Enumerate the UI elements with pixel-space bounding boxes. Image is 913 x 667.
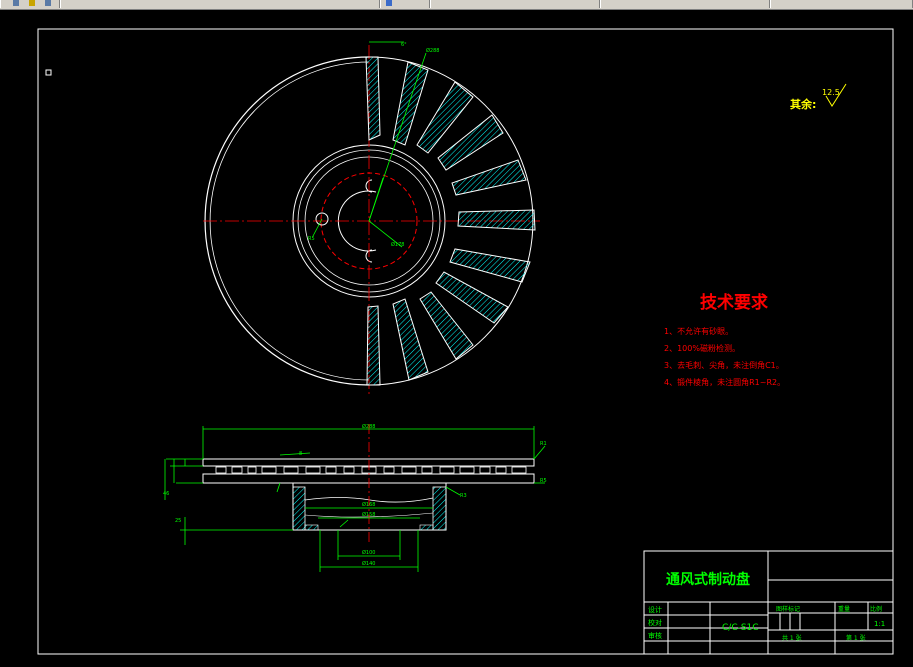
ucs-icon [45, 69, 52, 76]
col-label-scale: 比例 [870, 605, 882, 613]
vane-7 [449, 248, 531, 283]
save-icon[interactable] [45, 0, 51, 6]
app-toolbar [0, 0, 913, 10]
tech-item-1: 1、不允许有砂眼。 [664, 326, 733, 336]
plate-top [202, 458, 535, 467]
layer-icon[interactable] [386, 0, 392, 6]
dim-d4: Ø140 [362, 560, 375, 567]
hub-flange-left [304, 524, 319, 531]
hub-wall-right [432, 486, 447, 531]
plate-bottom [202, 473, 535, 484]
dim-t1: 8 [299, 451, 302, 457]
hub-flange-right [419, 524, 434, 531]
row-label-review: 审核 [648, 631, 662, 640]
dim-t2: 25 [175, 518, 181, 524]
dim-r2: R5 [540, 478, 547, 484]
section-dim-lines [164, 426, 546, 572]
vane-5 [451, 159, 527, 196]
dim-d1: Ø168 [362, 501, 375, 508]
toolbar-section-5[interactable] [600, 0, 770, 8]
dim-angle: 6° [401, 42, 407, 48]
drawing-number: C/C-S1C [722, 623, 759, 633]
dim-width-top: Ø288 [362, 423, 375, 430]
section-view: Ø288 Ø168 Ø158 Ø100 Ø140 R1 R5 R3 8 25 4… [163, 423, 547, 572]
part-name: 通风式制动盘 [666, 571, 750, 588]
col-label-mark: 图样标记 [776, 605, 800, 613]
tech-item-2: 2、100%磁粉检测。 [664, 343, 740, 353]
tech-item-3: 3、去毛刺、尖角，未注倒角C1。 [664, 360, 784, 370]
cad-drawing[interactable]: 6° Ø288 Ø178 R5 其余: 12.5 技术要求 1、不允许有砂眼。 … [0, 10, 913, 663]
dim-d-mid: Ø178 [391, 241, 404, 248]
toolbar-section-3[interactable] [380, 0, 430, 8]
tech-item-4: 4、锻件棱角，未注圆角R1~R2。 [664, 377, 785, 387]
vane-10 [392, 298, 429, 381]
vane-2 [392, 61, 429, 146]
roughness-symbol: 其余: 12.5 [790, 83, 847, 111]
vane-6 [457, 209, 536, 231]
dim-h1: 46 [163, 491, 169, 497]
col-label-weight: 重量 [838, 605, 850, 613]
roughness-value: 12.5 [822, 88, 840, 97]
tool-icon[interactable] [13, 0, 19, 6]
toolbar-section-6[interactable] [770, 0, 913, 8]
toolbar-section-2[interactable] [60, 0, 380, 8]
dim-r3: R3 [460, 493, 467, 499]
tech-title: 技术要求 [700, 292, 768, 313]
hub-wall-left [292, 486, 306, 531]
drawing-canvas[interactable]: 6° Ø288 Ø178 R5 其余: 12.5 技术要求 1、不允许有砂眼。 … [0, 10, 913, 663]
row-label-check: 校对 [648, 618, 662, 627]
toolbar-section-1[interactable] [0, 0, 60, 8]
vane-1 [365, 56, 381, 141]
roughness-label: 其余: [790, 97, 816, 111]
sheet-number: 第 1 张 [846, 634, 866, 642]
dim-d3: Ø100 [362, 549, 375, 556]
sheet-total: 共 1 张 [782, 634, 802, 642]
dim-r1: R1 [540, 441, 547, 447]
folder-icon[interactable] [29, 0, 35, 6]
dim-d2: Ø158 [362, 511, 375, 518]
row-label-design: 设计 [648, 605, 662, 614]
vane-slots [215, 466, 527, 474]
dim-r-small: R5 [308, 236, 315, 242]
toolbar-section-4[interactable] [430, 0, 600, 8]
vane-11 [366, 305, 381, 386]
scale-value: 1:1 [874, 620, 885, 628]
tech-requirements: 技术要求 1、不允许有砂眼。 2、100%磁粉检测。 3、去毛刺、尖角，未注倒角… [664, 292, 785, 387]
dim-leader-r [312, 218, 323, 237]
dim-d-outer: Ø288 [426, 47, 439, 54]
dim-leader-small [368, 177, 384, 222]
front-view: 6° Ø288 Ø178 R5 [203, 41, 540, 395]
